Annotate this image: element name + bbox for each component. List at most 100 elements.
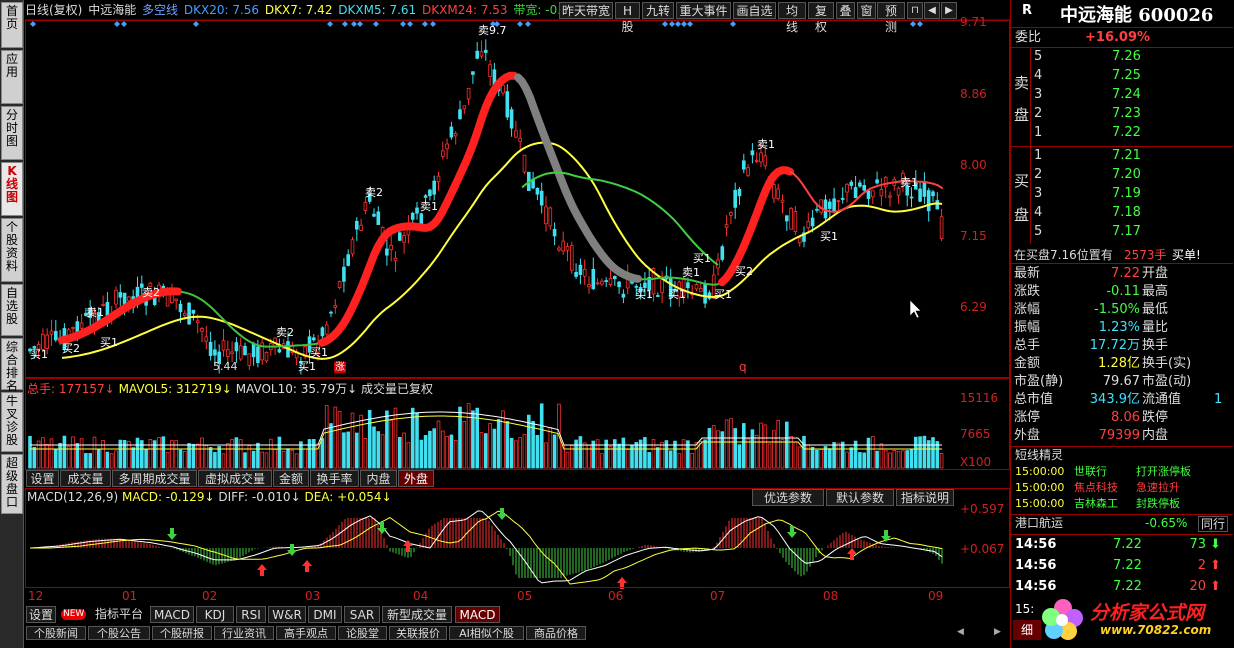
sell-price[interactable]: 7.23 (1112, 105, 1141, 123)
info-tab-5[interactable]: 论股堂 (338, 626, 387, 640)
date-tick: 12 (28, 589, 44, 603)
volume-tab-5[interactable]: 换手率 (310, 470, 359, 487)
indicator-tab-0[interactable]: 设置 (26, 606, 56, 623)
macd-button-1[interactable]: 默认参数 (826, 489, 894, 506)
buy-level: 5 (1034, 224, 1043, 239)
volume-tab-2[interactable]: 多周期成交量 (112, 470, 197, 487)
buy-price[interactable]: 7.20 (1112, 166, 1141, 184)
indicator-tab-1[interactable]: 指标平台 (90, 606, 148, 623)
candle-body (415, 207, 419, 214)
candle-body (311, 337, 316, 341)
buy-price[interactable]: 7.17 (1112, 223, 1141, 241)
scroll-right-icon[interactable]: ▶ (994, 627, 1001, 637)
candle-body (256, 346, 260, 364)
indicator-tab-9[interactable]: MACD (455, 606, 500, 623)
signal-diamond (400, 21, 406, 27)
candle-body (750, 150, 755, 156)
date-tick: 06 (608, 589, 624, 603)
candle-body (221, 340, 226, 351)
volume-tab-1[interactable]: 成交量 (60, 470, 111, 487)
info-tab-2[interactable]: 个股研报 (152, 626, 212, 640)
buy-price[interactable]: 7.18 (1112, 204, 1141, 222)
buy-signal: 买1 (714, 288, 732, 301)
candle-body (479, 51, 484, 57)
watermark-url: www.70822.com (1100, 623, 1212, 637)
date-tick: 03 (305, 589, 321, 603)
stat-value-right: 1 (1214, 392, 1223, 407)
candle-body (643, 282, 647, 288)
candle-body (354, 220, 359, 230)
candle-body (858, 182, 862, 187)
candle-body (45, 334, 49, 349)
stat-label-right: 跌停 (1142, 410, 1169, 425)
candle-body (79, 322, 84, 329)
candle-body (926, 190, 931, 212)
candle-body (780, 199, 785, 203)
indicator-tab-8[interactable]: 新型成交量 (382, 606, 452, 623)
candle-body (544, 206, 548, 225)
signal-diamond (193, 21, 199, 27)
candle-body (935, 200, 940, 210)
signal-diamond (357, 21, 363, 27)
signal-diamond (342, 21, 348, 27)
volume-tab-7[interactable]: 外盘 (398, 470, 434, 487)
genie-event: 急速拉升 (1136, 481, 1180, 494)
macd-button-0[interactable]: 优选参数 (752, 489, 824, 506)
genie-title[interactable]: 短线精灵 (1015, 446, 1063, 464)
info-tab-1[interactable]: 个股公告 (88, 626, 150, 640)
sell-price[interactable]: 7.26 (1112, 48, 1141, 66)
buy-level: 3 (1034, 186, 1043, 201)
volume-tab-4[interactable]: 金额 (273, 470, 309, 487)
indicator-tab-3[interactable]: KDJ (196, 606, 234, 623)
info-tab-8[interactable]: 商品价格 (526, 626, 586, 640)
candle-body (389, 244, 393, 250)
info-tab-0[interactable]: 个股新闻 (26, 626, 86, 640)
candle-body (746, 167, 750, 176)
genie-stock[interactable]: 吉林森工 (1074, 496, 1118, 512)
indicator-tab-6[interactable]: DMI (308, 606, 342, 623)
quote-bottom-tab[interactable]: 细 (1013, 620, 1041, 640)
genie-stock[interactable]: 世联行 (1074, 464, 1107, 480)
signal-diamond (681, 21, 687, 27)
signal-diamond (407, 21, 413, 27)
diff-arrow: ↓ (290, 490, 301, 504)
buy-price[interactable]: 7.21 (1112, 147, 1141, 165)
sell-price[interactable]: 7.25 (1112, 67, 1141, 85)
macd-header: MACD(12,26,9) MACD: -0.129↓ DIFF: -0.010… (27, 490, 392, 504)
candle-body (931, 191, 935, 197)
candle-body (875, 179, 879, 184)
volume-tab-0[interactable]: 设置 (26, 470, 59, 487)
genie-time: 15:00:00 (1015, 481, 1065, 494)
candle-body (871, 190, 875, 198)
scroll-left-icon[interactable]: ◀ (957, 627, 964, 637)
info-tab-4[interactable]: 高手观点 (276, 626, 336, 640)
info-tab-7[interactable]: AI相似个股 (449, 626, 524, 640)
buy-price[interactable]: 7.19 (1112, 185, 1141, 203)
sector-name[interactable]: 港口航运 (1015, 514, 1063, 532)
peer-button[interactable]: 同行 (1198, 516, 1228, 532)
stat-label-right: 量比 (1142, 320, 1169, 335)
candle-body (54, 331, 58, 341)
volume-tab-6[interactable]: 内盘 (360, 470, 397, 487)
volume-tab-3[interactable]: 虚拟成交量 (198, 470, 272, 487)
macd-button-2[interactable]: 指标说明 (896, 489, 954, 506)
info-tab-6[interactable]: 关联报价 (389, 626, 447, 640)
candle-body (118, 292, 123, 298)
sell-price[interactable]: 7.24 (1112, 86, 1141, 104)
candle-body (342, 266, 346, 282)
stat-value: -1.50% (1094, 302, 1140, 317)
dea-arrow: ↓ (381, 490, 392, 504)
indicator-tab-2[interactable]: MACD (150, 606, 194, 623)
sell-side-label-2: 盘 (1014, 106, 1030, 124)
genie-stock[interactable]: 焦点科技 (1074, 480, 1118, 496)
indicator-tab-7[interactable]: SAR (344, 606, 380, 623)
candle-body (617, 281, 621, 288)
quote-divider (1011, 534, 1233, 535)
indicator-tab-5[interactable]: W&R (268, 606, 306, 623)
indicator-tab-4[interactable]: RSI (236, 606, 266, 623)
info-tab-3[interactable]: 行业资讯 (214, 626, 274, 640)
candle-body (729, 212, 733, 216)
candle-body (243, 345, 247, 356)
sell-price[interactable]: 7.22 (1112, 124, 1141, 142)
candle-body (703, 284, 707, 304)
